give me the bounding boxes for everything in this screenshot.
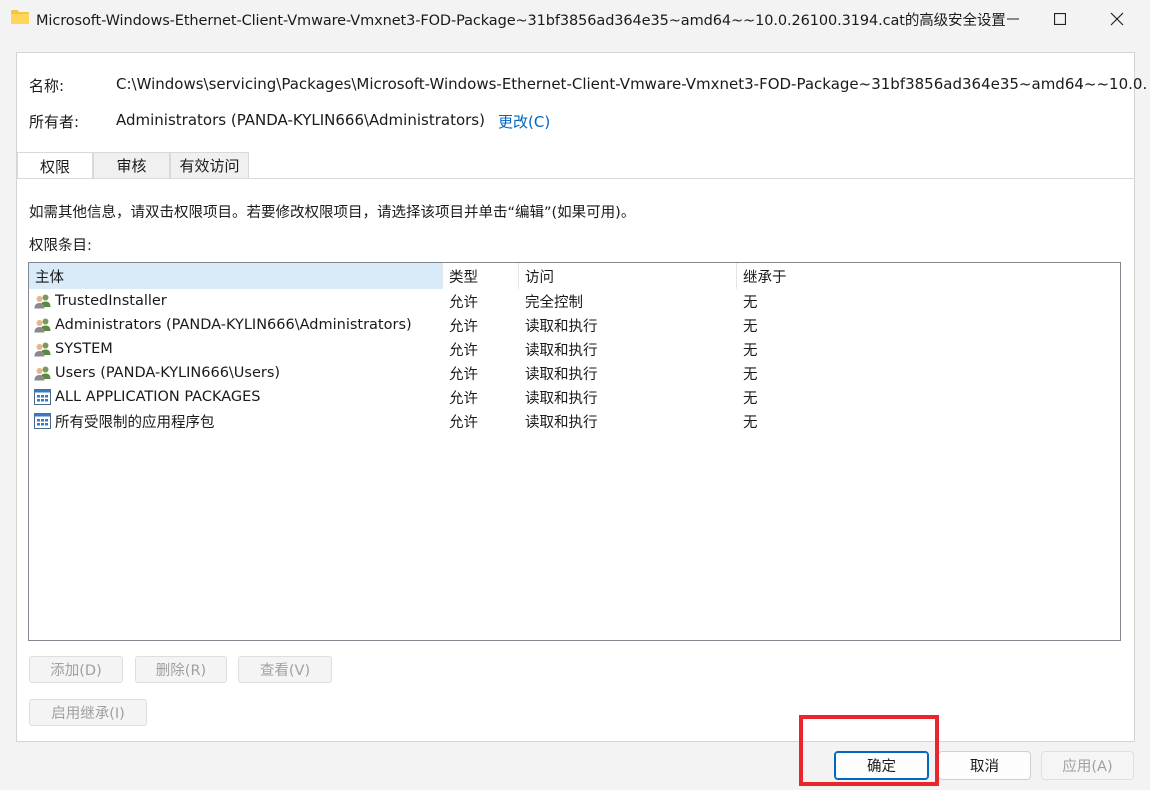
- permission-inherited: 无: [743, 294, 758, 311]
- permission-type: 允许: [449, 390, 478, 407]
- permission-access: 读取和执行: [525, 318, 598, 335]
- permission-type: 允许: [449, 342, 478, 359]
- user-group-icon: [34, 366, 51, 381]
- column-inherited-from[interactable]: 继承于: [737, 263, 1120, 289]
- permission-inherited: 无: [743, 414, 758, 431]
- list-header: 主体 类型 访问 继承于: [29, 263, 1120, 289]
- table-row[interactable]: TrustedInstaller 允许 完全控制 无: [29, 289, 1120, 313]
- column-access[interactable]: 访问: [519, 263, 737, 289]
- close-button[interactable]: [1094, 0, 1140, 38]
- highlight-annotation: [799, 715, 939, 786]
- permission-entries-label: 权限条目:: [29, 238, 92, 254]
- maximize-button[interactable]: [1037, 0, 1083, 38]
- principal-name: SYSTEM: [55, 341, 113, 357]
- tab-permissions[interactable]: 权限: [17, 152, 93, 179]
- close-icon: [1110, 12, 1124, 26]
- principal-name: ALL APPLICATION PACKAGES: [55, 389, 261, 405]
- title-bar: Microsoft-Windows-Ethernet-Client-Vmware…: [0, 0, 1150, 38]
- permission-access: 读取和执行: [525, 366, 598, 383]
- add-button[interactable]: 添加(D): [29, 656, 123, 683]
- minimize-icon: [1007, 18, 1019, 20]
- table-row[interactable]: ALL APPLICATION PACKAGES 允许 读取和执行 无: [29, 385, 1120, 409]
- remove-button[interactable]: 删除(R): [135, 656, 227, 683]
- app-package-icon: [34, 413, 51, 429]
- column-principal[interactable]: 主体: [29, 263, 443, 289]
- permission-access: 读取和执行: [525, 414, 598, 431]
- permission-inherited: 无: [743, 342, 758, 359]
- column-type[interactable]: 类型: [443, 263, 519, 289]
- principal-name: TrustedInstaller: [55, 293, 167, 309]
- permission-type: 允许: [449, 366, 478, 383]
- security-settings-panel: 名称: C:\Windows\servicing\Packages\Micros…: [16, 52, 1147, 742]
- name-label: 名称:: [29, 77, 65, 95]
- app-package-icon: [34, 389, 51, 405]
- permission-inherited: 无: [743, 390, 758, 407]
- folder-icon: [11, 10, 29, 24]
- user-group-icon: [34, 318, 51, 333]
- principal-name: Users (PANDA-KYLIN666\Users): [55, 365, 281, 381]
- maximize-icon: [1054, 13, 1066, 25]
- permission-entries-list[interactable]: 主体 类型 访问 继承于 TrustedInstaller 允许 完全控制 无: [28, 262, 1121, 641]
- table-row[interactable]: Users (PANDA-KYLIN666\Users) 允许 读取和执行 无: [29, 361, 1120, 385]
- permission-access: 读取和执行: [525, 390, 598, 407]
- permission-type: 允许: [449, 414, 478, 431]
- owner-value: Administrators (PANDA-KYLIN666\Administr…: [116, 111, 485, 129]
- permission-inherited: 无: [743, 366, 758, 383]
- owner-label: 所有者:: [29, 113, 80, 131]
- table-row[interactable]: SYSTEM 允许 读取和执行 无: [29, 337, 1120, 361]
- minimize-button[interactable]: [990, 0, 1036, 38]
- enable-inheritance-button[interactable]: 启用继承(I): [29, 699, 147, 726]
- user-group-icon: [34, 342, 51, 357]
- window-title: Microsoft-Windows-Ethernet-Client-Vmware…: [36, 13, 1006, 29]
- table-row[interactable]: Administrators (PANDA-KYLIN666\Administr…: [29, 313, 1120, 337]
- principal-name: Administrators (PANDA-KYLIN666\Administr…: [55, 317, 412, 333]
- permission-access: 完全控制: [525, 294, 583, 311]
- tab-divider: [17, 178, 1134, 179]
- tab-effective-access[interactable]: 有效访问: [170, 152, 249, 178]
- permission-type: 允许: [449, 294, 478, 311]
- principal-name: 所有受限制的应用程序包: [55, 414, 215, 431]
- permission-inherited: 无: [743, 318, 758, 335]
- view-button[interactable]: 查看(V): [238, 656, 332, 683]
- apply-button[interactable]: 应用(A): [1041, 751, 1134, 780]
- cancel-button[interactable]: 取消: [938, 751, 1031, 780]
- permission-access: 读取和执行: [525, 342, 598, 359]
- user-group-icon: [34, 294, 51, 309]
- permission-type: 允许: [449, 318, 478, 335]
- object-path: C:\Windows\servicing\Packages\Microsoft-…: [116, 75, 1148, 93]
- permissions-info-text: 如需其他信息，请双击权限项目。若要修改权限项目，请选择该项目并单击“编辑”(如果…: [29, 205, 636, 221]
- change-owner-link[interactable]: 更改(C): [498, 111, 550, 132]
- table-row[interactable]: 所有受限制的应用程序包 允许 读取和执行 无: [29, 409, 1120, 433]
- tab-auditing[interactable]: 审核: [93, 152, 170, 178]
